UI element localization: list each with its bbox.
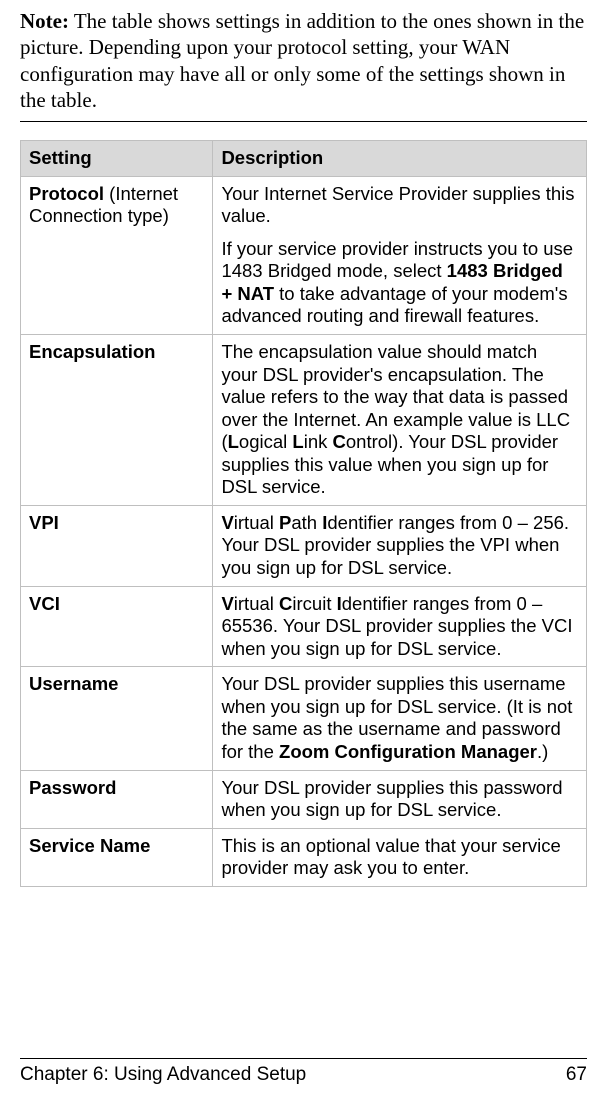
- header-description: Description: [213, 141, 587, 177]
- cell-password-desc: Your DSL provider supplies this password…: [213, 770, 587, 828]
- row-vci: VCI Virtual Circuit Identifier ranges fr…: [21, 586, 587, 667]
- protocol-bold: Protocol: [29, 183, 104, 204]
- page-footer: Chapter 6: Using Advanced Setup 67: [20, 1058, 587, 1087]
- horizontal-rule: [20, 121, 587, 122]
- protocol-desc-p1: Your Internet Service Provider supplies …: [221, 183, 578, 228]
- password-desc: Your DSL provider supplies this password…: [221, 777, 578, 822]
- note-paragraph: Note: The table shows settings in additi…: [20, 8, 587, 113]
- cell-encapsulation-setting: Encapsulation: [21, 334, 213, 505]
- cell-vpi-desc: Virtual Path Identifier ranges from 0 – …: [213, 505, 587, 586]
- row-username: Username Your DSL provider supplies this…: [21, 667, 587, 770]
- vpi-desc: Virtual Path Identifier ranges from 0 – …: [221, 512, 578, 580]
- header-setting: Setting: [21, 141, 213, 177]
- cell-service-setting: Service Name: [21, 828, 213, 886]
- username-desc: Your DSL provider supplies this username…: [221, 673, 578, 763]
- protocol-desc-p2: If your service provider instructs you t…: [221, 238, 578, 328]
- cell-vpi-setting: VPI: [21, 505, 213, 586]
- cell-vci-setting: VCI: [21, 586, 213, 667]
- row-vpi: VPI Virtual Path Identifier ranges from …: [21, 505, 587, 586]
- encapsulation-desc: The encapsulation value should match you…: [221, 341, 578, 499]
- note-label: Note:: [20, 9, 69, 33]
- cell-protocol-setting: Protocol (Internet Connection type): [21, 176, 213, 334]
- footer-chapter: Chapter 6: Using Advanced Setup: [20, 1063, 306, 1087]
- cell-encapsulation-desc: The encapsulation value should match you…: [213, 334, 587, 505]
- settings-table: Setting Description Protocol (Internet C…: [20, 140, 587, 887]
- vci-desc: Virtual Circuit Identifier ranges from 0…: [221, 593, 578, 661]
- row-service-name: Service Name This is an optional value t…: [21, 828, 587, 886]
- cell-service-desc: This is an optional value that your serv…: [213, 828, 587, 886]
- table-header-row: Setting Description: [21, 141, 587, 177]
- note-text: The table shows settings in addition to …: [20, 9, 584, 112]
- cell-vci-desc: Virtual Circuit Identifier ranges from 0…: [213, 586, 587, 667]
- cell-username-desc: Your DSL provider supplies this username…: [213, 667, 587, 770]
- row-protocol: Protocol (Internet Connection type) Your…: [21, 176, 587, 334]
- row-password: Password Your DSL provider supplies this…: [21, 770, 587, 828]
- service-desc: This is an optional value that your serv…: [221, 835, 578, 880]
- cell-protocol-desc: Your Internet Service Provider supplies …: [213, 176, 587, 334]
- cell-password-setting: Password: [21, 770, 213, 828]
- cell-username-setting: Username: [21, 667, 213, 770]
- row-encapsulation: Encapsulation The encapsulation value sh…: [21, 334, 587, 505]
- footer-page-number: 67: [566, 1063, 587, 1087]
